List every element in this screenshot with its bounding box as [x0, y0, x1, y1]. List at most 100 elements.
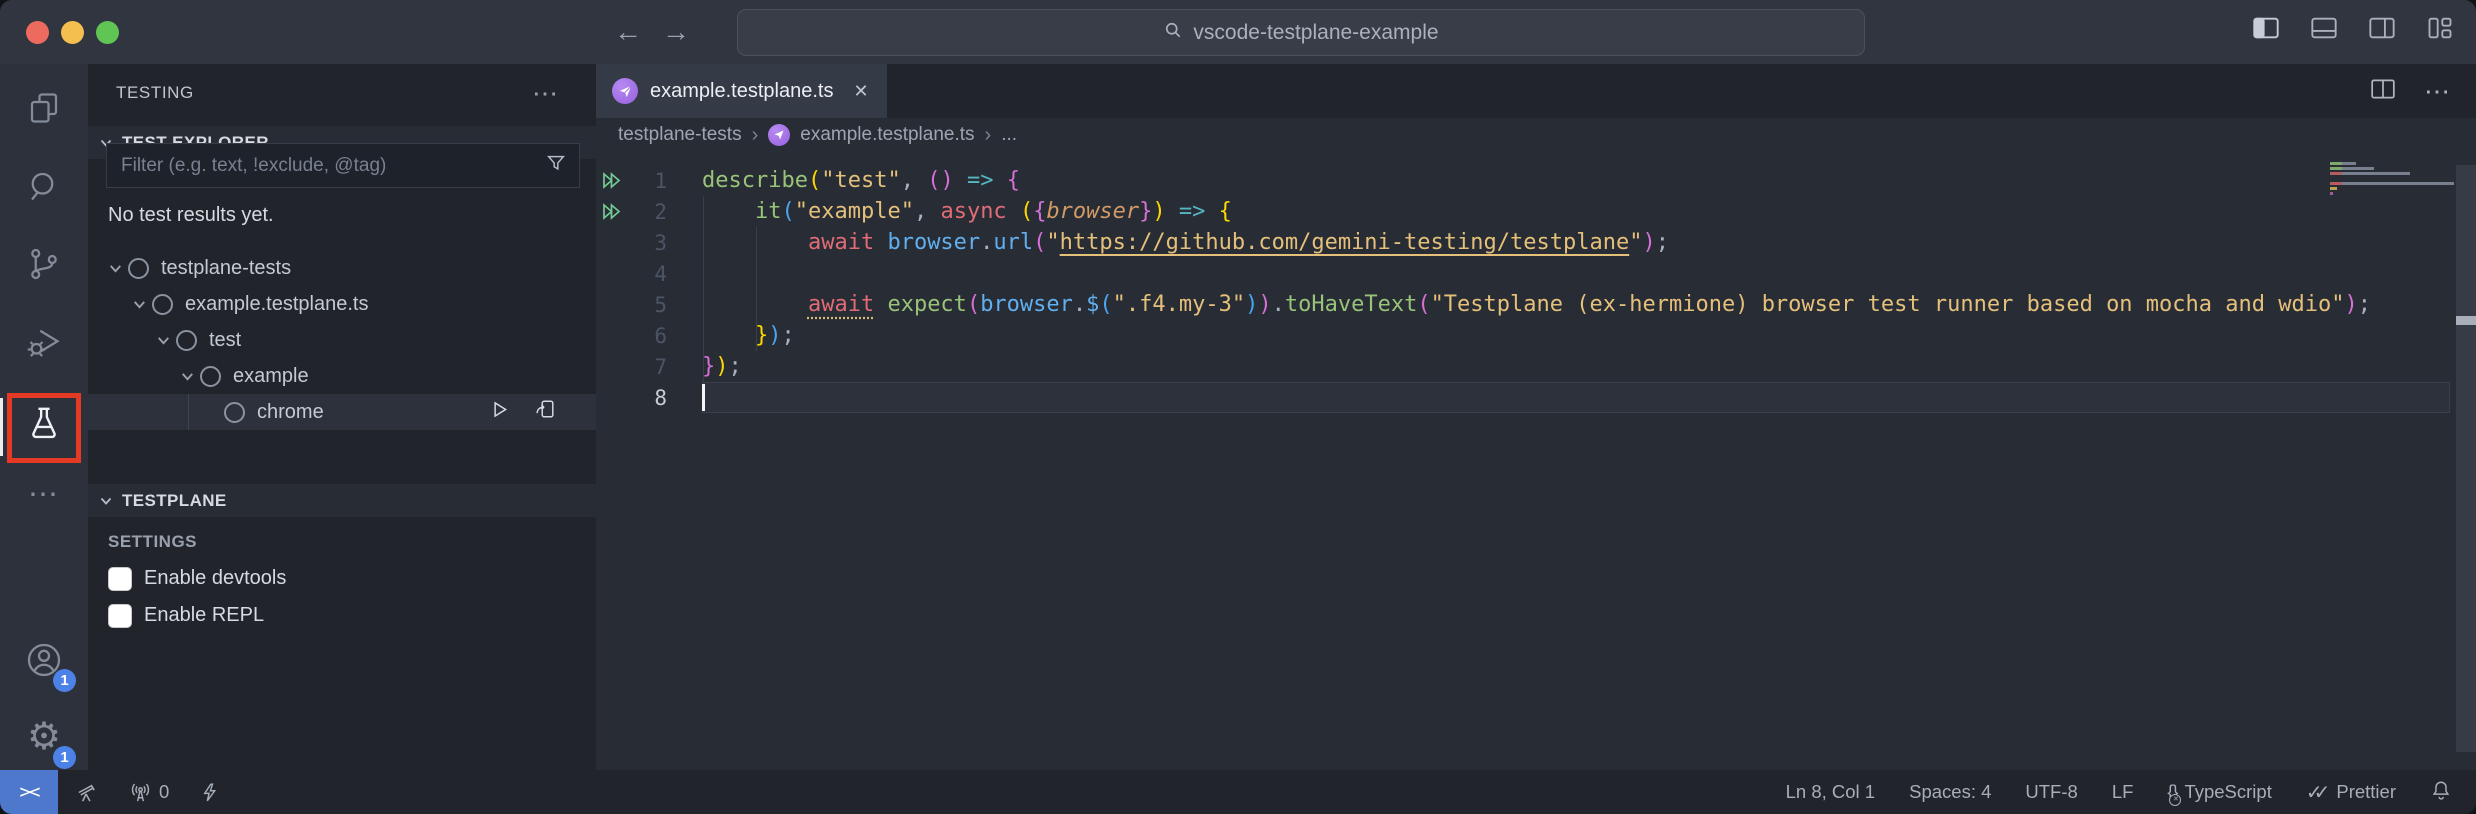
test-state-circle-icon	[200, 366, 221, 387]
encoding-status[interactable]: UTF-8	[2025, 781, 2077, 803]
minimize-window-button[interactable]	[61, 21, 84, 44]
titlebar: ← → vscode-testplane-example	[0, 0, 2476, 64]
run-test-gutter-icon[interactable]	[596, 201, 631, 222]
test-state-circle-icon	[152, 294, 173, 315]
testplane-logo-icon	[768, 124, 790, 146]
toggle-primary-sidebar-icon[interactable]	[2252, 16, 2280, 40]
code-line-1[interactable]: 1describe("test", () => {	[596, 165, 2476, 196]
braces-icon: {}✕	[2167, 782, 2177, 803]
chevron-down-icon[interactable]	[174, 368, 200, 385]
editor-scrollbar[interactable]	[2456, 165, 2476, 752]
test-tree: testplane-tests example.testplane.ts test e…	[88, 250, 596, 430]
run-test-gutter-icon[interactable]	[596, 170, 631, 191]
line-number: 3	[631, 231, 667, 255]
chevron-down-icon[interactable]	[102, 260, 128, 277]
code-line-5[interactable]: 5 await expect(browser.$(".f4.my-3")).to…	[596, 289, 2476, 320]
tree-item-test[interactable]: test	[88, 322, 596, 358]
tab-example-testplane-ts[interactable]: example.testplane.ts ✕	[596, 64, 887, 118]
customize-layout-icon[interactable]	[2426, 16, 2454, 40]
test-state-circle-icon	[224, 402, 245, 423]
cursor-position-status[interactable]: Ln 8, Col 1	[1786, 781, 1875, 803]
forward-button[interactable]: →	[662, 14, 690, 50]
enable-repl-label: Enable REPL	[144, 604, 264, 627]
code-line-8[interactable]: 8	[596, 382, 2476, 413]
code-text: });	[702, 351, 2450, 382]
tree-item-label: test	[209, 329, 241, 352]
chevron-down-icon[interactable]	[126, 296, 152, 313]
tree-item-example[interactable]: example	[88, 358, 596, 394]
testing-sidebar: TESTING ⋯ TEST EXPLORER No test results …	[88, 64, 596, 770]
code-line-2[interactable]: 2 it("example", async ({browser}) => {	[596, 196, 2476, 227]
text-cursor	[702, 384, 705, 411]
tree-item-label: example	[233, 365, 309, 388]
vscode-window: ← → vscode-testplane-example	[0, 0, 2476, 814]
tab-label: example.testplane.ts	[650, 80, 833, 103]
line-number: 8	[631, 386, 667, 410]
breadcrumb-file[interactable]: example.testplane.ts	[800, 124, 974, 146]
code-line-3[interactable]: 3 await browser.url("https://github.com/…	[596, 227, 2476, 258]
activity-bar: ⋯ 1 ⚙ 1	[0, 64, 88, 770]
breadcrumb-symbol[interactable]: ...	[1001, 124, 1017, 146]
sidebar-title: TESTING	[116, 83, 194, 103]
testing-icon[interactable]	[16, 395, 72, 451]
code-editor[interactable]: 1describe("test", () => {2 it("example",…	[596, 152, 2476, 770]
tree-item-example.testplane.ts[interactable]: example.testplane.ts	[88, 286, 596, 322]
split-editor-icon[interactable]	[2370, 77, 2396, 106]
notifications-bell-icon[interactable]	[2430, 779, 2452, 806]
formatter-status[interactable]: ✓✓ Prettier	[2306, 780, 2396, 805]
tab-close-icon[interactable]: ✕	[853, 81, 868, 102]
breadcrumb-folder[interactable]: testplane-tests	[618, 124, 742, 146]
toggle-panel-icon[interactable]	[2310, 16, 2338, 40]
enable-repl-checkbox[interactable]	[108, 604, 132, 628]
line-number: 5	[631, 293, 667, 317]
editor-more-actions-icon[interactable]: ⋯	[2424, 76, 2452, 107]
maximize-window-button[interactable]	[96, 21, 119, 44]
search-view-icon[interactable]	[16, 158, 72, 214]
test-filter-box	[106, 143, 580, 188]
close-window-button[interactable]	[26, 21, 49, 44]
test-filter-input[interactable]	[107, 155, 545, 177]
command-center-search[interactable]: vscode-testplane-example	[737, 9, 1865, 56]
eol-status[interactable]: LF	[2112, 781, 2134, 803]
run-and-debug-icon[interactable]	[16, 314, 72, 370]
enable-repl-row: Enable REPL	[108, 597, 286, 634]
ports-status[interactable]: 0	[129, 781, 169, 804]
workspace-title: vscode-testplane-example	[1193, 21, 1438, 45]
run-test-icon[interactable]	[489, 399, 510, 426]
test-state-circle-icon	[176, 330, 197, 351]
tree-indent-guide	[188, 394, 189, 430]
settings-group-label: SETTINGS	[108, 532, 286, 552]
enable-devtools-checkbox[interactable]	[108, 567, 132, 591]
editor-group: example.testplane.ts ✕ ⋯ testplane-tests…	[596, 64, 2476, 770]
explorer-icon[interactable]	[16, 80, 72, 136]
testplane-section-header[interactable]: TESTPLANE	[88, 484, 596, 517]
code-line-6[interactable]: 6 });	[596, 320, 2476, 351]
indentation-status[interactable]: Spaces: 4	[1909, 781, 1991, 803]
tree-item-label: example.testplane.ts	[185, 293, 368, 316]
code-line-7[interactable]: 7});	[596, 351, 2476, 382]
code-text: it("example", async ({browser}) => {	[702, 196, 2450, 227]
additional-views-icon[interactable]: ⋯	[16, 466, 72, 522]
code-text: });	[702, 320, 2450, 351]
back-button[interactable]: ←	[614, 14, 642, 50]
source-control-icon[interactable]	[16, 236, 72, 292]
tree-item-chrome[interactable]: chrome	[88, 394, 596, 430]
chevron-down-icon[interactable]	[150, 332, 176, 349]
toggle-secondary-sidebar-icon[interactable]	[2368, 16, 2396, 40]
power-status-icon[interactable]	[199, 782, 220, 803]
sidebar-more-actions-icon[interactable]: ⋯	[532, 78, 560, 109]
code-text: describe("test", () => {	[702, 165, 2450, 196]
remote-indicator[interactable]: ><	[0, 770, 58, 814]
language-status[interactable]: {}✕ TypeScript	[2167, 781, 2271, 803]
accounts-icon[interactable]: 1	[16, 632, 72, 688]
settings-gear-icon[interactable]: ⚙ 1	[16, 709, 72, 765]
filter-icon[interactable]	[545, 152, 567, 179]
code-line-4[interactable]: 4	[596, 258, 2476, 289]
minimap[interactable]	[2330, 162, 2454, 202]
active-view-indicator	[0, 398, 3, 456]
go-to-test-icon[interactable]	[534, 398, 556, 426]
line-number: 4	[631, 262, 667, 286]
feedback-telescope-icon[interactable]	[76, 781, 99, 804]
tree-item-testplane-tests[interactable]: testplane-tests	[88, 250, 596, 286]
breadcrumb: testplane-tests › example.testplane.ts ›…	[596, 118, 2476, 152]
